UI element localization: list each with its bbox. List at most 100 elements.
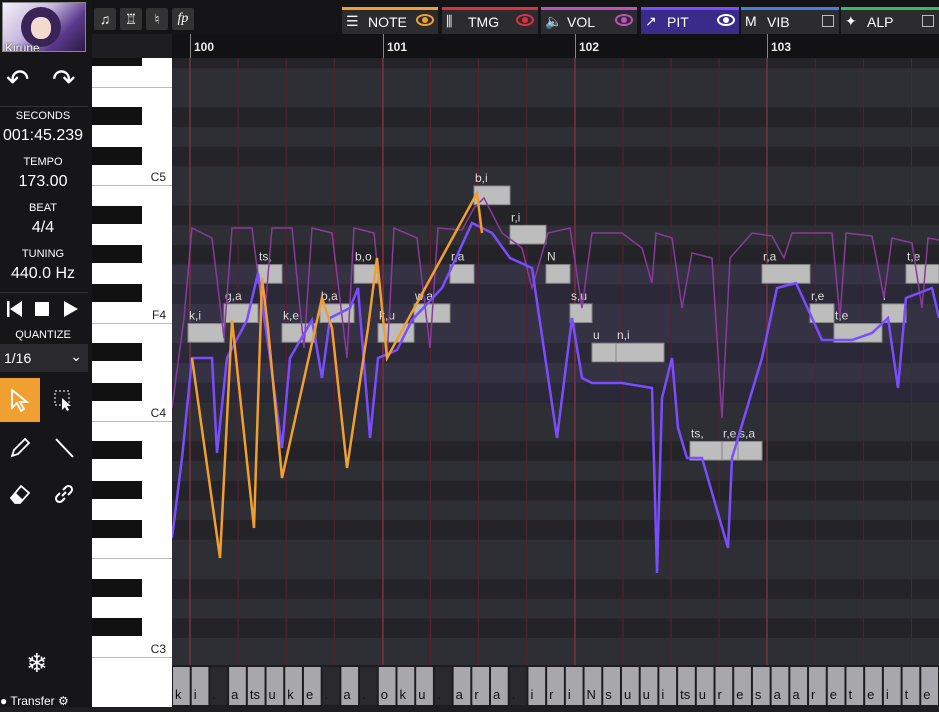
note-block[interactable]	[509, 224, 547, 245]
redo-icon[interactable]: ↷	[52, 66, 75, 94]
lyric-char: .	[512, 687, 516, 702]
checkbox-icon[interactable]	[822, 15, 834, 27]
black-key[interactable]	[92, 205, 142, 224]
measure-ruler[interactable]: 100 101 102 103	[172, 34, 939, 58]
seconds-value[interactable]: 001:45.239	[0, 127, 86, 145]
tab-alp[interactable]: ✦ ALP	[841, 7, 939, 34]
note-lyric: ts,	[691, 426, 704, 440]
timing-icon: ⫼	[446, 13, 453, 29]
piano-roll[interactable]: k,i g,a ts, k,e b,a b,o k,u w,a r,a b,i r,i Ns,u u n,…	[170, 0, 939, 712]
eye-icon[interactable]	[516, 14, 534, 26]
black-key[interactable]	[92, 382, 142, 401]
chevron-down-icon: ⌄	[70, 348, 82, 364]
tab-label: VOL	[567, 14, 596, 30]
undo-icon[interactable]: ↶	[6, 66, 29, 94]
note-block[interactable]	[449, 264, 475, 284]
note-block[interactable]	[737, 440, 763, 461]
black-key[interactable]	[92, 343, 142, 362]
black-key[interactable]	[92, 579, 142, 597]
lyric-char: a	[774, 687, 782, 702]
line-icon	[55, 438, 74, 458]
lyric-char: a	[493, 687, 501, 702]
play-icon[interactable]	[64, 301, 78, 317]
lyric-char: t	[905, 687, 909, 702]
note-block[interactable]	[761, 264, 811, 284]
lyric-char: e	[830, 687, 837, 702]
measure-number: 101	[387, 40, 408, 54]
link-tool-button[interactable]	[44, 472, 84, 516]
note-block[interactable]	[223, 303, 259, 324]
eye-icon[interactable]	[615, 14, 633, 26]
beat-value[interactable]: 4/4	[0, 219, 86, 237]
note-lyric: r,i	[511, 210, 520, 224]
note-block[interactable]	[615, 342, 665, 363]
tuning-value[interactable]: 440.0 Hz	[0, 265, 86, 283]
stop-icon[interactable]	[35, 302, 49, 316]
marquee-select-button[interactable]	[44, 378, 84, 422]
black-key[interactable]	[92, 284, 142, 303]
tab-vib[interactable]: M VIB	[741, 7, 839, 34]
quantize-select[interactable]: 1/16 ⌄	[0, 344, 88, 372]
black-key[interactable]	[92, 618, 142, 637]
tab-pit[interactable]: ↗ PIT	[641, 7, 739, 34]
black-key[interactable]	[92, 107, 142, 126]
transport-controls	[4, 298, 84, 320]
lyric-char: u	[643, 687, 650, 702]
note-block[interactable]	[591, 342, 617, 363]
volume-icon: 🔈	[545, 13, 563, 29]
lyric-char: r	[811, 687, 816, 702]
note-block[interactable]	[545, 264, 571, 284]
drum-icon[interactable]: ♖	[120, 8, 142, 30]
tab-note[interactable]: ☰ NOTE	[342, 7, 438, 34]
gear-icon[interactable]: ⚙	[58, 694, 69, 708]
note-block[interactable]	[281, 323, 317, 343]
metronome-icon[interactable]: ♫	[94, 8, 116, 30]
tab-tmg[interactable]: ⫼ TMG	[442, 7, 538, 34]
lyric-char: r	[718, 687, 723, 702]
sharp-icon[interactable]: ♮	[146, 8, 168, 30]
pitch-editor-canvas[interactable]: k,ig,ats,k,eb,ab,ok,uw,ar,ab,ir,iNs,uu n,…	[170, 0, 939, 712]
checkbox-icon[interactable]	[922, 15, 934, 27]
line-tool-button[interactable]	[44, 426, 84, 470]
tempo-value[interactable]: 173.00	[0, 173, 86, 191]
black-key[interactable]	[92, 146, 142, 165]
seconds-label: SECONDS	[15, 110, 71, 122]
note-lyric: k,e	[283, 309, 299, 323]
black-key[interactable]	[92, 441, 142, 460]
lyric-char: .	[437, 687, 441, 702]
lyric-bar: k i. a ts u k e. a. o k u. a r a. i r i Ns u u i ts u r e s a a r e t e…	[172, 665, 939, 707]
lyric-char: e	[923, 687, 930, 702]
black-key[interactable]	[92, 244, 142, 263]
link-icon	[54, 484, 74, 504]
black-key[interactable]	[92, 480, 142, 499]
eye-icon[interactable]	[416, 14, 434, 26]
select-tool-button[interactable]	[0, 378, 40, 422]
snowflake-icon[interactable]: ❄	[26, 648, 48, 679]
lyric-char: a	[343, 687, 351, 702]
note-lyric: t,e	[835, 309, 849, 323]
alpha-icon: ✦	[845, 13, 857, 29]
singer-avatar[interactable]: Kirune	[2, 2, 86, 52]
lyric-char: .	[325, 687, 329, 702]
skip-back-icon[interactable]	[7, 301, 22, 317]
lyric-char: a	[792, 687, 800, 702]
tab-vol[interactable]: 🔈 VOL	[541, 7, 637, 34]
marquee-icon	[54, 390, 71, 411]
tab-label: VIB	[767, 14, 790, 30]
dynamics-icon[interactable]: fp	[172, 8, 194, 30]
tab-label: ALP	[867, 14, 894, 30]
black-key[interactable]	[92, 520, 142, 539]
lyric-char: r	[474, 687, 479, 702]
note-block[interactable]	[905, 264, 939, 284]
piano-keyboard[interactable]: C5 F4 C4 C3	[92, 58, 172, 707]
eraser-tool-button[interactable]	[0, 472, 40, 516]
singer-name: Kirune	[5, 41, 40, 52]
lyric-char: r	[549, 687, 554, 702]
eye-icon[interactable]	[717, 14, 735, 26]
lyric-char: a	[231, 687, 239, 702]
note-block[interactable]	[187, 323, 225, 343]
black-key[interactable]	[92, 58, 142, 67]
transfer-toggle[interactable]: ● Transfer ⚙	[0, 694, 69, 708]
pencil-tool-button[interactable]	[0, 426, 40, 470]
lyric-char: t	[848, 687, 852, 702]
